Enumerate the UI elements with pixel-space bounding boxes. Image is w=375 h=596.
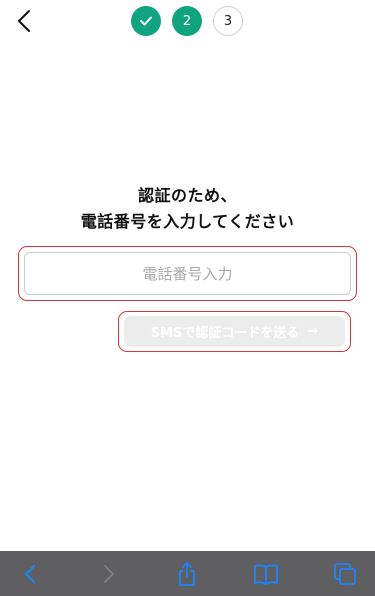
progress-stepper: 2 3: [131, 5, 243, 37]
browser-back-button[interactable]: [16, 560, 44, 588]
heading-line-2: 電話番号を入力してください: [80, 212, 295, 231]
phone-number-input[interactable]: [24, 252, 351, 295]
step-3-upcoming: 3: [213, 6, 243, 36]
back-icon: [25, 565, 35, 583]
bookmarks-button[interactable]: [252, 560, 280, 588]
send-sms-code-label: SMSで認証コードを送る: [150, 326, 300, 341]
check-icon: [140, 16, 152, 26]
heading-line-1: 認証のため、: [137, 186, 237, 205]
chevron-left-icon: [18, 10, 30, 32]
send-sms-code-button[interactable]: SMSで認証コードを送る →: [124, 316, 345, 347]
share-button[interactable]: [173, 560, 201, 588]
back-button[interactable]: [12, 8, 36, 34]
step-1-done: [131, 6, 161, 36]
arrow-right-icon: →: [307, 324, 319, 339]
browser-toolbar: [0, 551, 375, 596]
tabs-button[interactable]: [331, 560, 359, 588]
bookmarks-icon: [254, 564, 278, 585]
share-icon: [179, 562, 195, 586]
page-heading: 認証のため、 電話番号を入力してください: [0, 183, 375, 235]
tabs-icon: [334, 563, 356, 585]
forward-icon: [104, 565, 114, 583]
browser-forward-button[interactable]: [95, 560, 123, 588]
step-2-current: 2: [172, 6, 202, 36]
